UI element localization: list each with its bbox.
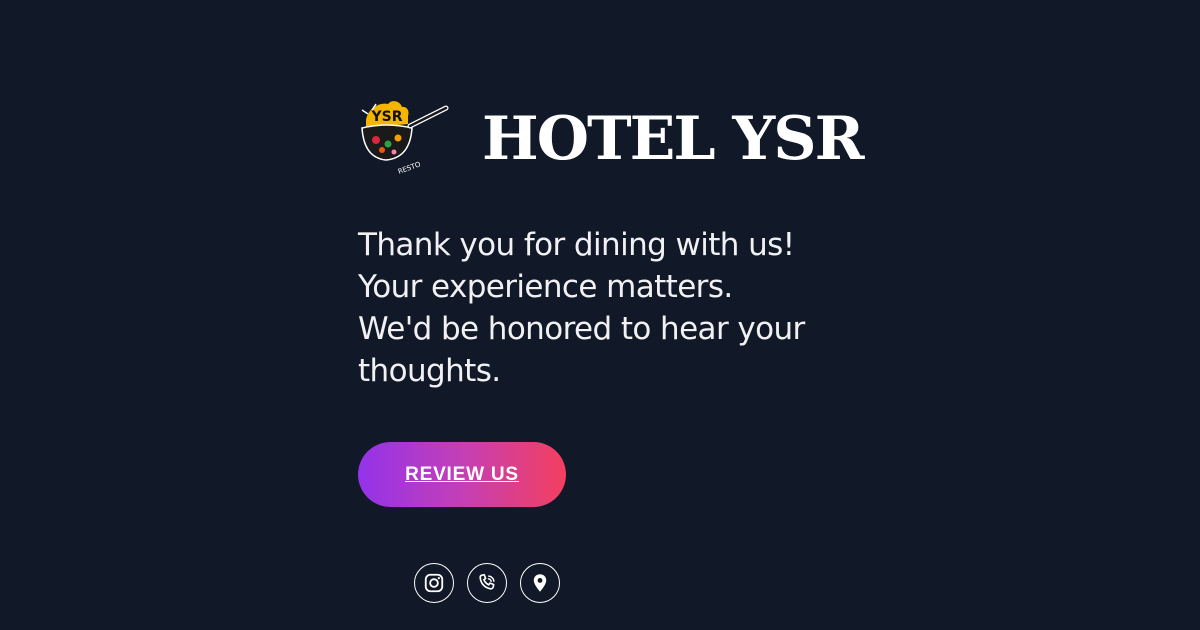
message-line: We'd be honored to hear your [358, 311, 805, 347]
message-line: Your experience matters. [358, 269, 733, 305]
message-line: thoughts. [358, 353, 501, 389]
logo: YSR RESTO [361, 101, 449, 176]
phone-icon [479, 573, 495, 590]
logo-text: YSR [370, 109, 402, 125]
thank-you-message: Thank you for dining with us! Your exper… [358, 224, 858, 392]
review-us-button[interactable]: REVIEW US [358, 442, 566, 507]
instagram-link[interactable] [414, 563, 454, 603]
review-request-page: YSR RESTO HOTEL YSR Thank you for dining… [0, 0, 1200, 630]
location-link[interactable] [520, 563, 560, 603]
location-pin-icon [533, 574, 547, 592]
brand-header: YSR RESTO HOTEL YSR [358, 98, 864, 176]
instagram-icon [424, 573, 444, 593]
logo-subtext: RESTO [397, 160, 422, 176]
brand-title: HOTEL YSR [482, 104, 864, 174]
social-links [414, 563, 560, 603]
message-line: Thank you for dining with us! [358, 227, 795, 263]
phone-link[interactable] [467, 563, 507, 603]
